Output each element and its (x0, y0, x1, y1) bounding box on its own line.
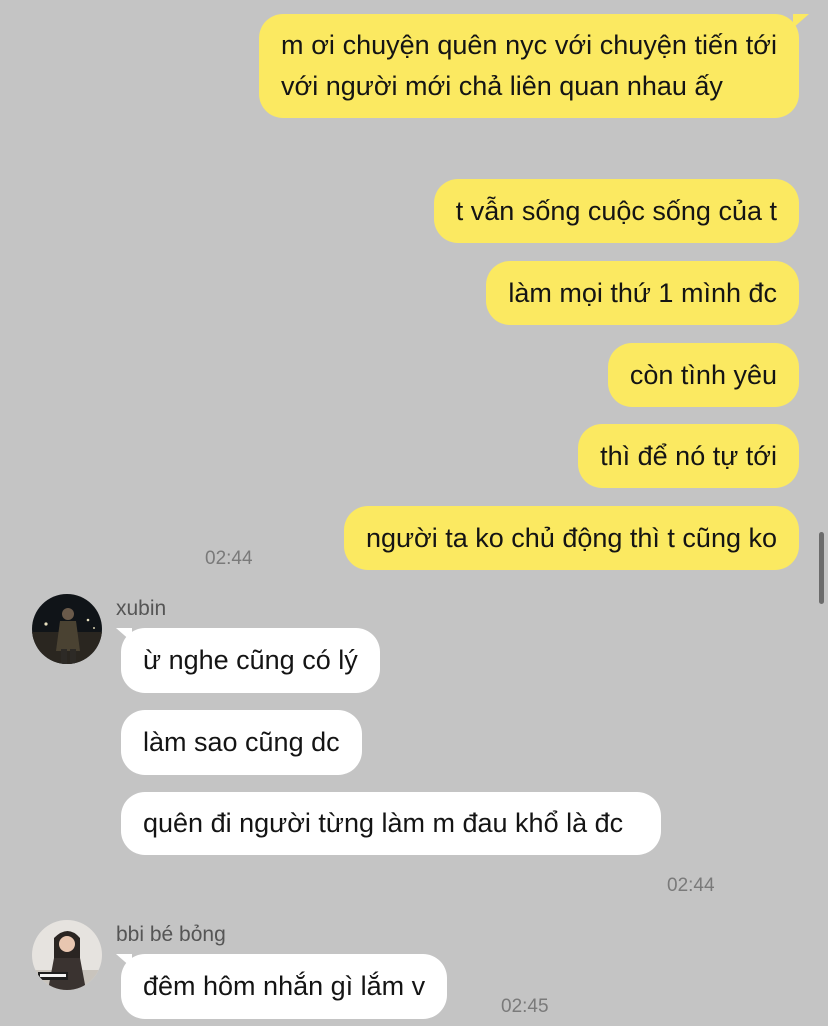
person-photo-icon (32, 920, 102, 990)
outgoing-message[interactable]: t vẫn sống cuộc sống của t (433, 179, 799, 243)
outgoing-message[interactable]: người ta ko chủ động thì t cũng ko (343, 506, 799, 570)
scrollbar[interactable] (819, 532, 824, 604)
message-text: m ơi chuyện quên nyc với chuyện tiến tới… (281, 30, 777, 101)
avatar[interactable] (32, 594, 102, 664)
outgoing-message[interactable]: thì để nó tự tới (578, 424, 799, 488)
message-text: quên đi người từng làm m đau khổ là đc (143, 808, 624, 838)
outgoing-message[interactable]: m ơi chuyện quên nyc với chuyện tiến tới… (259, 14, 799, 118)
message-text: làm sao cũng dc (143, 727, 340, 757)
person-photo-icon (32, 594, 102, 664)
message-text: ừ nghe cũng có lý (143, 645, 358, 675)
incoming-message[interactable]: ừ nghe cũng có lý (121, 628, 380, 693)
message-timestamp: 02:44 (667, 875, 715, 896)
message-text: còn tình yêu (629, 360, 777, 390)
message-text: làm mọi thứ 1 mình đc (508, 278, 777, 308)
incoming-message[interactable]: quên đi người từng làm m đau khổ là đc (121, 792, 661, 855)
message-timestamp: 02:44 (205, 548, 253, 569)
avatar[interactable] (32, 920, 102, 990)
message-text: đêm hôm nhắn gì lắm v (143, 971, 426, 1001)
message-text: thì để nó tự tới (600, 441, 777, 471)
chat-thread[interactable]: m ơi chuyện quên nyc với chuyện tiến tới… (0, 0, 828, 1026)
incoming-message[interactable]: đêm hôm nhắn gì lắm v (121, 954, 448, 1019)
sender-name: bbi bé bỏng (116, 923, 226, 946)
bubble-tail (793, 14, 809, 28)
message-text: t vẫn sống cuộc sống của t (455, 196, 777, 226)
sender-name: xubin (116, 597, 167, 620)
outgoing-message[interactable]: còn tình yêu (607, 343, 799, 407)
message-timestamp: 02:45 (501, 996, 549, 1017)
outgoing-message[interactable]: làm mọi thứ 1 mình đc (486, 261, 799, 325)
incoming-message[interactable]: làm sao cũng dc (121, 710, 362, 775)
message-text: người ta ko chủ động thì t cũng ko (365, 523, 777, 553)
